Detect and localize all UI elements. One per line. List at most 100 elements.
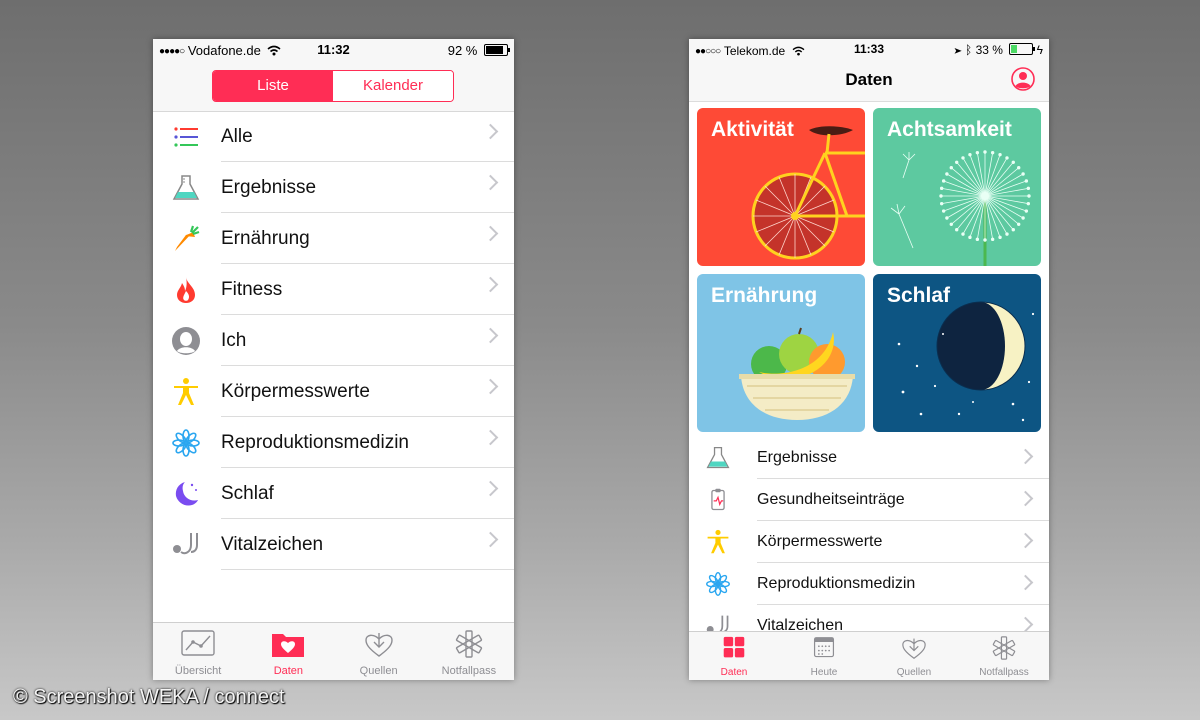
navigation-bar: Daten xyxy=(689,61,1049,102)
tab-uebersicht[interactable]: Übersicht xyxy=(153,623,243,680)
chart-icon xyxy=(181,630,215,656)
list-item-label: Alle xyxy=(221,126,253,147)
list-item-schlaf[interactable]: Schlaf xyxy=(153,468,514,519)
list-item-label: Reproduktionsmedizin xyxy=(221,432,409,453)
grid-icon xyxy=(723,636,745,658)
list-item-ich[interactable]: Ich xyxy=(153,315,514,366)
chevron-right-icon xyxy=(1017,490,1034,507)
list-item-label: Vitalzeichen xyxy=(221,534,324,555)
battery-icon xyxy=(484,44,510,56)
list-item-koerpermesswerte[interactable]: Körpermesswerte xyxy=(689,521,1049,563)
tab-daten[interactable]: Daten xyxy=(243,623,333,680)
tile-ernaehrung[interactable]: Ernährung xyxy=(697,274,865,432)
chevron-right-icon xyxy=(482,531,499,548)
folder-heart-icon xyxy=(272,634,305,657)
list-item-label: Körpermesswerte xyxy=(757,533,883,550)
tab-label: Quellen xyxy=(896,667,932,678)
segment-liste[interactable]: Liste xyxy=(213,71,333,101)
tab-label: Daten xyxy=(720,667,748,678)
bluetooth-icon: ᛒ xyxy=(965,43,973,57)
list-item-label: Reproduktionsmedizin xyxy=(757,575,916,592)
navigation-bar: Liste Kalender xyxy=(153,61,514,112)
list-icon xyxy=(174,127,198,147)
person-icon xyxy=(172,327,200,355)
tab-notfallpass[interactable]: Notfallpass xyxy=(424,623,514,680)
list-item-alle[interactable]: Alle xyxy=(153,111,514,162)
list-item-ergebnisse[interactable]: Ergebnisse xyxy=(689,437,1049,479)
tab-label: Übersicht xyxy=(174,665,222,677)
location-icon: ➤ xyxy=(954,43,962,57)
calendar-icon xyxy=(813,637,835,658)
list-item-label: Fitness xyxy=(221,279,283,300)
tab-bar: Übersicht Daten Quellen Notfallpass xyxy=(153,622,514,680)
category-list: Ergebnisse Gesundheitseinträge Körpermes… xyxy=(689,437,1049,647)
list-item-ernaehrung[interactable]: Ernährung xyxy=(153,213,514,264)
list-item-label: Ergebnisse xyxy=(757,449,838,466)
chevron-right-icon xyxy=(482,480,499,497)
asterisk-icon xyxy=(455,630,482,658)
list-item-label: Ich xyxy=(221,330,247,351)
tab-label: Quellen xyxy=(359,665,398,677)
page-title: Daten xyxy=(845,70,893,89)
battery-percent: 92 % xyxy=(447,43,478,58)
stethoscope-icon xyxy=(173,533,198,555)
chevron-right-icon xyxy=(482,123,499,140)
clipboard-icon xyxy=(711,488,725,511)
list-item-label: Körpermesswerte xyxy=(221,381,370,402)
list-item-gesundheitseintraege[interactable]: Gesundheitseinträge xyxy=(689,479,1049,521)
list-item-label: Schlaf xyxy=(221,483,274,504)
flower-icon xyxy=(172,429,200,457)
phone-left-screen: ●●●●○ Vodafone.de 11:32 92 % Liste Kalen… xyxy=(153,39,514,680)
list-item-label: Ergebnisse xyxy=(221,177,317,198)
battery-percent: 33 % xyxy=(975,43,1003,57)
moon-icon xyxy=(175,482,198,506)
tab-label: Daten xyxy=(273,665,304,677)
tab-bar: Daten Heute Quellen Notfallpass xyxy=(689,631,1049,680)
tab-label: Notfallpass xyxy=(441,665,497,677)
battery-icon xyxy=(1009,43,1036,55)
list-item-fitness[interactable]: Fitness xyxy=(153,264,514,315)
tab-label: Heute xyxy=(810,667,838,678)
body-icon xyxy=(707,529,729,554)
tab-daten[interactable]: Daten xyxy=(689,632,779,680)
profile-icon[interactable] xyxy=(1011,67,1035,91)
chevron-right-icon xyxy=(1017,448,1034,465)
tile-title: Aktivität xyxy=(711,118,794,141)
download-heart-icon xyxy=(364,633,393,657)
list-item-koerpermesswerte[interactable]: Körpermesswerte xyxy=(153,366,514,417)
body-icon xyxy=(174,378,198,405)
tile-achtsamkeit[interactable]: Achtsamkeit xyxy=(873,108,1041,266)
list-item-vitalzeichen[interactable]: Vitalzeichen xyxy=(153,519,514,570)
list-item-reproduktionsmedizin[interactable]: Reproduktionsmedizin xyxy=(689,563,1049,605)
flame-icon xyxy=(177,277,195,303)
chevron-right-icon xyxy=(1017,616,1034,633)
copyright-caption: © Screenshot WEKA / connect xyxy=(13,686,285,708)
tab-quellen[interactable]: Quellen xyxy=(869,632,959,680)
list-item-ergebnisse[interactable]: Ergebnisse xyxy=(153,162,514,213)
tile-schlaf[interactable]: Schlaf xyxy=(873,274,1041,432)
chevron-right-icon xyxy=(482,225,499,242)
asterisk-icon xyxy=(992,636,1016,660)
tile-title: Achtsamkeit xyxy=(887,118,1012,141)
list-item-reproduktionsmedizin[interactable]: Reproduktionsmedizin xyxy=(153,417,514,468)
flask-icon xyxy=(172,175,200,200)
chevron-right-icon xyxy=(482,378,499,395)
tab-notfallpass[interactable]: Notfallpass xyxy=(959,632,1049,680)
flower-icon xyxy=(706,572,730,596)
status-bar: ●●●●○ Vodafone.de 11:32 92 % xyxy=(153,39,514,61)
category-list: Alle Ergebnisse Ernährung Fitness Ich Kö… xyxy=(153,111,514,570)
phone-right-screen: ●●○○○ Telekom.de 11:33 ➤ ᛒ 33 % ϟ Daten xyxy=(689,39,1049,680)
segment-kalender[interactable]: Kalender xyxy=(333,71,453,101)
tile-title: Ernährung xyxy=(711,284,818,307)
tab-heute[interactable]: Heute xyxy=(779,632,869,680)
carrot-icon xyxy=(175,225,200,251)
chevron-right-icon xyxy=(482,327,499,344)
tab-quellen[interactable]: Quellen xyxy=(334,623,424,680)
status-bar: ●●○○○ Telekom.de 11:33 ➤ ᛒ 33 % ϟ xyxy=(689,39,1049,61)
tile-aktivitaet[interactable]: Aktivität xyxy=(697,108,865,266)
chevron-right-icon xyxy=(482,429,499,446)
view-segmented-control[interactable]: Liste Kalender xyxy=(212,70,454,102)
chevron-right-icon xyxy=(482,174,499,191)
chevron-right-icon xyxy=(482,276,499,293)
list-item-label: Ernährung xyxy=(221,228,310,249)
